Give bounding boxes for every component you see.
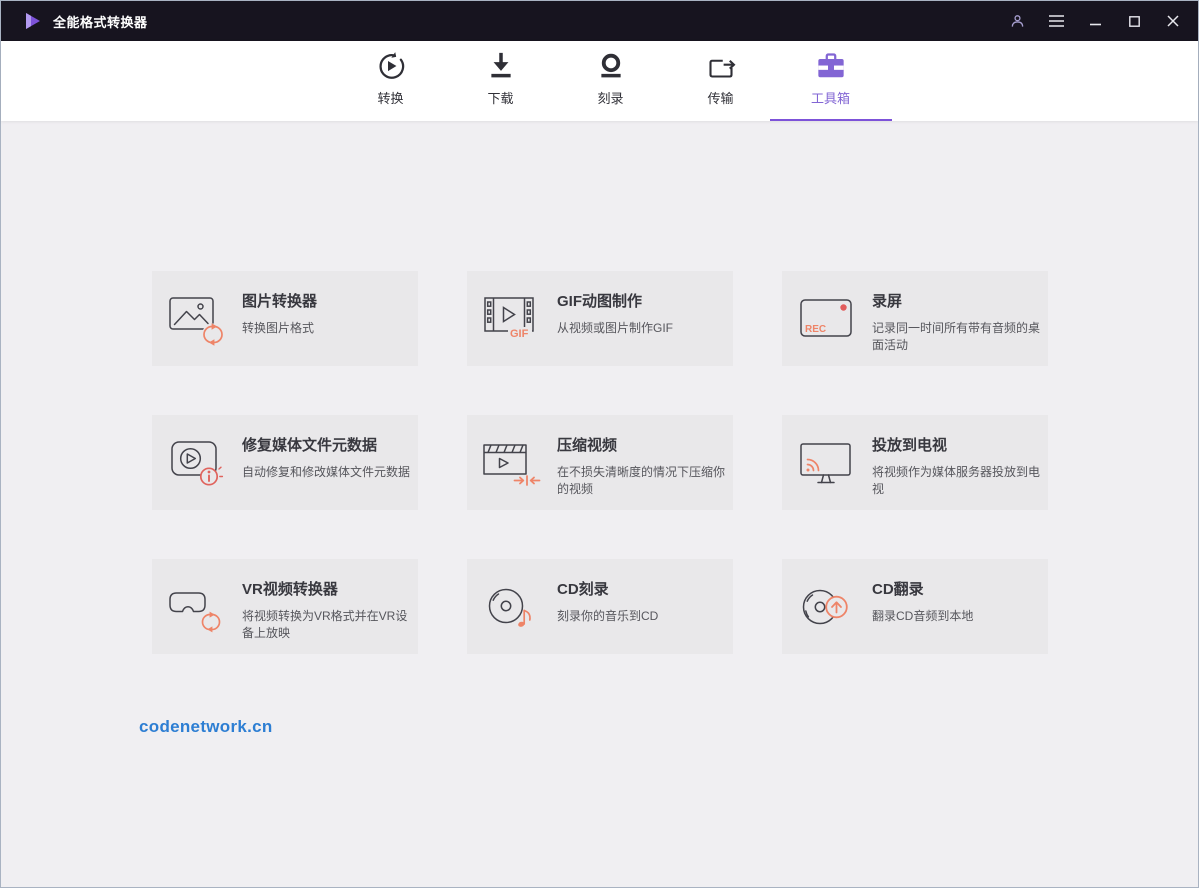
tool-card-screen-record[interactable]: REC 录屏 记录同一时间所有带有音频的桌面活动 [782, 271, 1048, 366]
tool-card-cd-rip[interactable]: CD翻录 翻录CD音频到本地 [782, 559, 1048, 654]
tab-burn-label: 刻录 [597, 88, 623, 107]
tool-grid: 图片转换器 转换图片格式 [152, 271, 1198, 654]
burn-icon [597, 48, 625, 84]
tool-title: 投放到电视 [872, 434, 1040, 455]
tab-download[interactable]: 下载 [446, 41, 556, 121]
tool-desc: 转换图片格式 [242, 320, 410, 337]
gif-text: GIF [510, 328, 529, 340]
tool-desc: 将视频作为媒体服务器投放到电视 [872, 464, 1040, 498]
tool-title: 修复媒体文件元数据 [242, 434, 410, 455]
cast-tv-icon [794, 439, 860, 487]
tool-desc: 从视频或图片制作GIF [557, 320, 725, 337]
tab-toolbox-label: 工具箱 [811, 88, 850, 107]
tool-title: 图片转换器 [242, 290, 410, 311]
tool-card-cd-burn[interactable]: CD刻录 刻录你的音乐到CD [467, 559, 733, 654]
tool-card-fix-metadata[interactable]: 修复媒体文件元数据 自动修复和修改媒体文件元数据 [152, 415, 418, 510]
maximize-button[interactable] [1125, 12, 1143, 30]
titlebar: 全能格式转换器 [1, 1, 1198, 41]
tool-card-gif-maker[interactable]: GIF GIF动图制作 从视频或图片制作GIF [467, 271, 733, 366]
tab-transfer-label: 传输 [707, 88, 733, 107]
tool-title: 压缩视频 [557, 434, 725, 455]
tab-convert-label: 转换 [377, 88, 403, 107]
tool-desc: 翻录CD音频到本地 [872, 608, 1040, 625]
close-button[interactable] [1164, 12, 1182, 30]
tool-card-vr-converter[interactable]: VR视频转换器 将视频转换为VR格式并在VR设备上放映 [152, 559, 418, 654]
rec-text: REC [805, 324, 826, 335]
app-logo-icon [23, 11, 43, 31]
tool-desc: 在不损失清晰度的情况下压缩你的视频 [557, 464, 725, 498]
minimize-button[interactable] [1086, 12, 1104, 30]
gif-maker-icon: GIF [479, 293, 545, 345]
cd-rip-icon [794, 580, 860, 634]
tab-toolbox[interactable]: 工具箱 [776, 41, 886, 121]
tool-desc: 将视频转换为VR格式并在VR设备上放映 [242, 608, 410, 642]
toolbox-content: 图片转换器 转换图片格式 [1, 121, 1198, 887]
tool-title: 录屏 [872, 290, 1040, 311]
nav-bar: 转换 下载 刻录 [1, 41, 1198, 121]
tool-card-cast-tv[interactable]: 投放到电视 将视频作为媒体服务器投放到电视 [782, 415, 1048, 510]
app-title: 全能格式转换器 [53, 12, 148, 31]
tab-transfer[interactable]: 传输 [666, 41, 776, 121]
tool-card-image-converter[interactable]: 图片转换器 转换图片格式 [152, 271, 418, 366]
tool-title: VR视频转换器 [242, 578, 410, 599]
tool-title: CD刻录 [557, 578, 725, 599]
fix-metadata-icon [164, 437, 230, 489]
vr-converter-icon [164, 579, 230, 635]
menu-icon[interactable] [1047, 12, 1065, 30]
tool-card-compress-video[interactable]: 压缩视频 在不损失清晰度的情况下压缩你的视频 [467, 415, 733, 510]
tool-title: GIF动图制作 [557, 290, 725, 311]
download-icon [487, 48, 515, 84]
tab-burn[interactable]: 刻录 [556, 41, 666, 121]
tool-desc: 刻录你的音乐到CD [557, 608, 725, 625]
transfer-icon [706, 48, 736, 84]
tool-desc: 记录同一时间所有带有音频的桌面活动 [872, 320, 1040, 354]
toolbox-icon [815, 48, 847, 84]
titlebar-controls [1008, 12, 1182, 30]
nav-tabs: 转换 下载 刻录 [336, 41, 886, 121]
watermark-text: codenetwork.cn [139, 717, 273, 737]
tab-convert[interactable]: 转换 [336, 41, 446, 121]
tool-desc: 自动修复和修改媒体文件元数据 [242, 464, 410, 481]
tool-title: CD翻录 [872, 578, 1040, 599]
account-icon[interactable] [1008, 12, 1026, 30]
convert-icon [376, 48, 406, 84]
app-window: 全能格式转换器 [0, 0, 1199, 888]
image-converter-icon [164, 289, 230, 349]
screen-record-icon: REC [794, 296, 860, 342]
cd-burn-icon [479, 580, 545, 634]
compress-video-icon [479, 437, 545, 489]
tab-download-label: 下载 [487, 88, 513, 107]
